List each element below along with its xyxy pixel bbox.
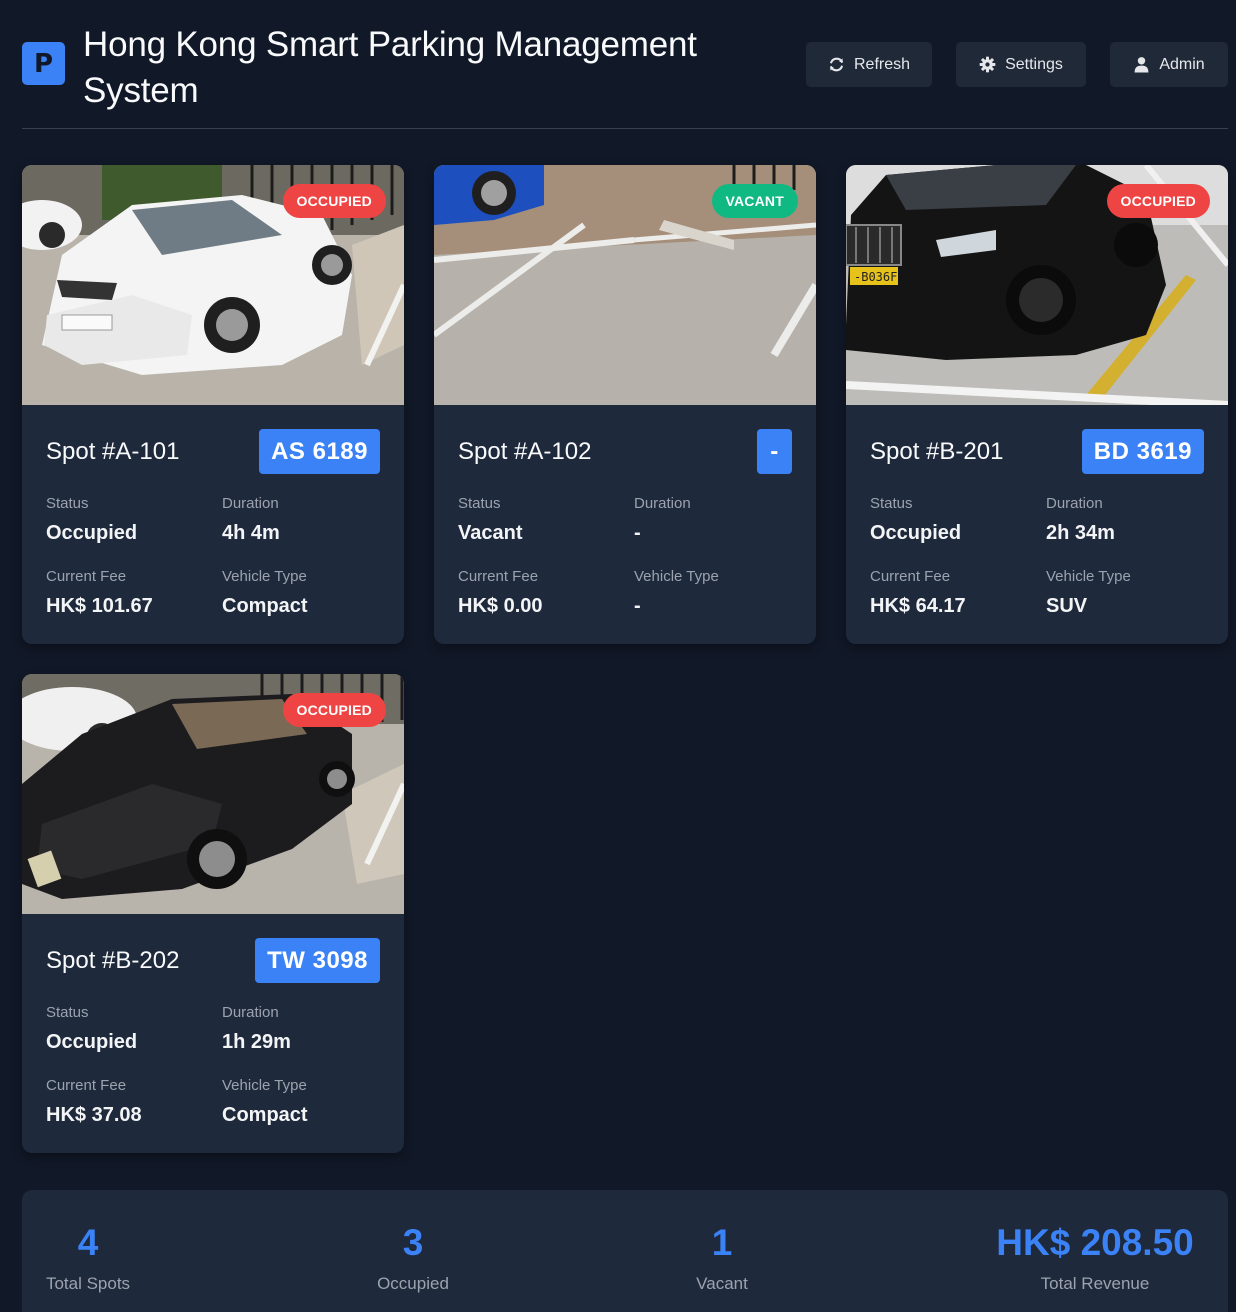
gear-icon	[979, 56, 996, 73]
license-plate: AS 6189	[259, 429, 380, 474]
total-spots-stat: 4 Total Spots	[38, 1222, 138, 1294]
refresh-button[interactable]: Refresh	[806, 42, 932, 87]
status-value: Occupied	[46, 1031, 138, 1053]
spot-title: Spot #A-101	[46, 438, 180, 465]
status-badge: OCCUPIED	[1106, 184, 1210, 218]
vehicle-type-label: Vehicle Type	[1046, 568, 1131, 585]
spot-title: Spot #B-201	[870, 438, 1004, 465]
total-spots-value: 4	[77, 1222, 99, 1263]
status-badge: OCCUPIED	[282, 184, 386, 218]
duration-value: 1h 29m	[222, 1031, 291, 1053]
duration-label: Duration	[1046, 495, 1103, 512]
page-title: Hong Kong Smart Parking Management Syste…	[83, 25, 697, 110]
parking-spot-card[interactable]: VACANT Spot #A-102 - Status Vacant Durat…	[434, 165, 816, 644]
duration-value: 2h 34m	[1046, 522, 1115, 544]
total-spots-label: Total Spots	[45, 1274, 131, 1293]
status-badge: OCCUPIED	[282, 693, 386, 727]
fee-value: HK$ 101.67	[46, 595, 153, 617]
duration-value: 4h 4m	[222, 522, 280, 544]
fee-label: Current Fee	[46, 568, 127, 585]
duration-value: -	[634, 522, 641, 544]
license-plate: BD 3619	[1081, 429, 1204, 474]
status-label: Status	[458, 495, 501, 512]
vehicle-type-value: Compact	[222, 1104, 308, 1126]
fee-label: Current Fee	[870, 568, 951, 585]
admin-button[interactable]: Admin	[1110, 42, 1228, 87]
duration-label: Duration	[222, 1004, 279, 1021]
vehicle-type-value: SUV	[1046, 595, 1088, 617]
occupied-stat: 3 Occupied	[353, 1222, 473, 1294]
parking-spot-card[interactable]: -B036F OCCUPIED Spot #B-201 BD 3619 Stat…	[846, 165, 1228, 644]
vacant-value: 1	[711, 1222, 733, 1263]
parking-spot-card[interactable]: OCCUPIED Spot #A-101 AS 6189 Status Occu…	[22, 165, 404, 644]
spot-title: Spot #A-102	[458, 438, 592, 465]
license-plate: TW 3098	[255, 938, 380, 983]
total-revenue-stat: HK$ 208.50 Total Revenue	[982, 1222, 1208, 1294]
status-value: Occupied	[46, 522, 138, 544]
status-value: Vacant	[458, 522, 523, 544]
fee-value: HK$ 64.17	[870, 595, 966, 617]
parking-logo-icon: P	[22, 42, 65, 85]
svg-text:-B036F: -B036F	[854, 270, 897, 284]
fee-value: HK$ 37.08	[46, 1104, 142, 1126]
refresh-icon	[830, 57, 843, 72]
vacant-stat: 1 Vacant	[662, 1222, 782, 1294]
summary-panel: 4 Total Spots 3 Occupied 1 Vacant HK$ 20…	[22, 1190, 1228, 1312]
settings-label: Settings	[1005, 55, 1063, 73]
fee-label: Current Fee	[46, 1077, 127, 1094]
app-header: P Hong Kong Smart Parking Management Sys…	[22, 0, 1228, 129]
status-value: Occupied	[870, 522, 962, 544]
status-label: Status	[46, 1004, 89, 1021]
refresh-label: Refresh	[853, 55, 911, 73]
admin-label: Admin	[1159, 55, 1205, 73]
vehicle-type-value: -	[634, 595, 641, 617]
spot-title: Spot #B-202	[46, 947, 180, 974]
status-label: Status	[46, 495, 89, 512]
total-revenue-label: Total Revenue	[1040, 1274, 1150, 1293]
license-plate: -	[757, 429, 792, 474]
vehicle-type-value: Compact	[222, 595, 308, 617]
fee-label: Current Fee	[458, 568, 539, 585]
vacant-label: Vacant	[696, 1274, 748, 1293]
vehicle-type-label: Vehicle Type	[222, 568, 307, 585]
status-badge: VACANT	[711, 184, 798, 218]
logo-letter: P	[33, 48, 54, 79]
duration-label: Duration	[222, 495, 279, 512]
parking-spot-card[interactable]: OCCUPIED Spot #B-202 TW 3098 Status Occu…	[22, 674, 404, 1153]
duration-label: Duration	[634, 495, 691, 512]
user-icon	[1134, 57, 1149, 73]
total-revenue-value: HK$ 208.50	[996, 1222, 1194, 1263]
settings-button[interactable]: Settings	[956, 42, 1086, 87]
occupied-label: Occupied	[377, 1274, 449, 1293]
vehicle-type-label: Vehicle Type	[634, 568, 719, 585]
occupied-value: 3	[402, 1222, 424, 1263]
status-label: Status	[870, 495, 913, 512]
vehicle-type-label: Vehicle Type	[222, 1077, 307, 1094]
fee-value: HK$ 0.00	[458, 595, 543, 617]
